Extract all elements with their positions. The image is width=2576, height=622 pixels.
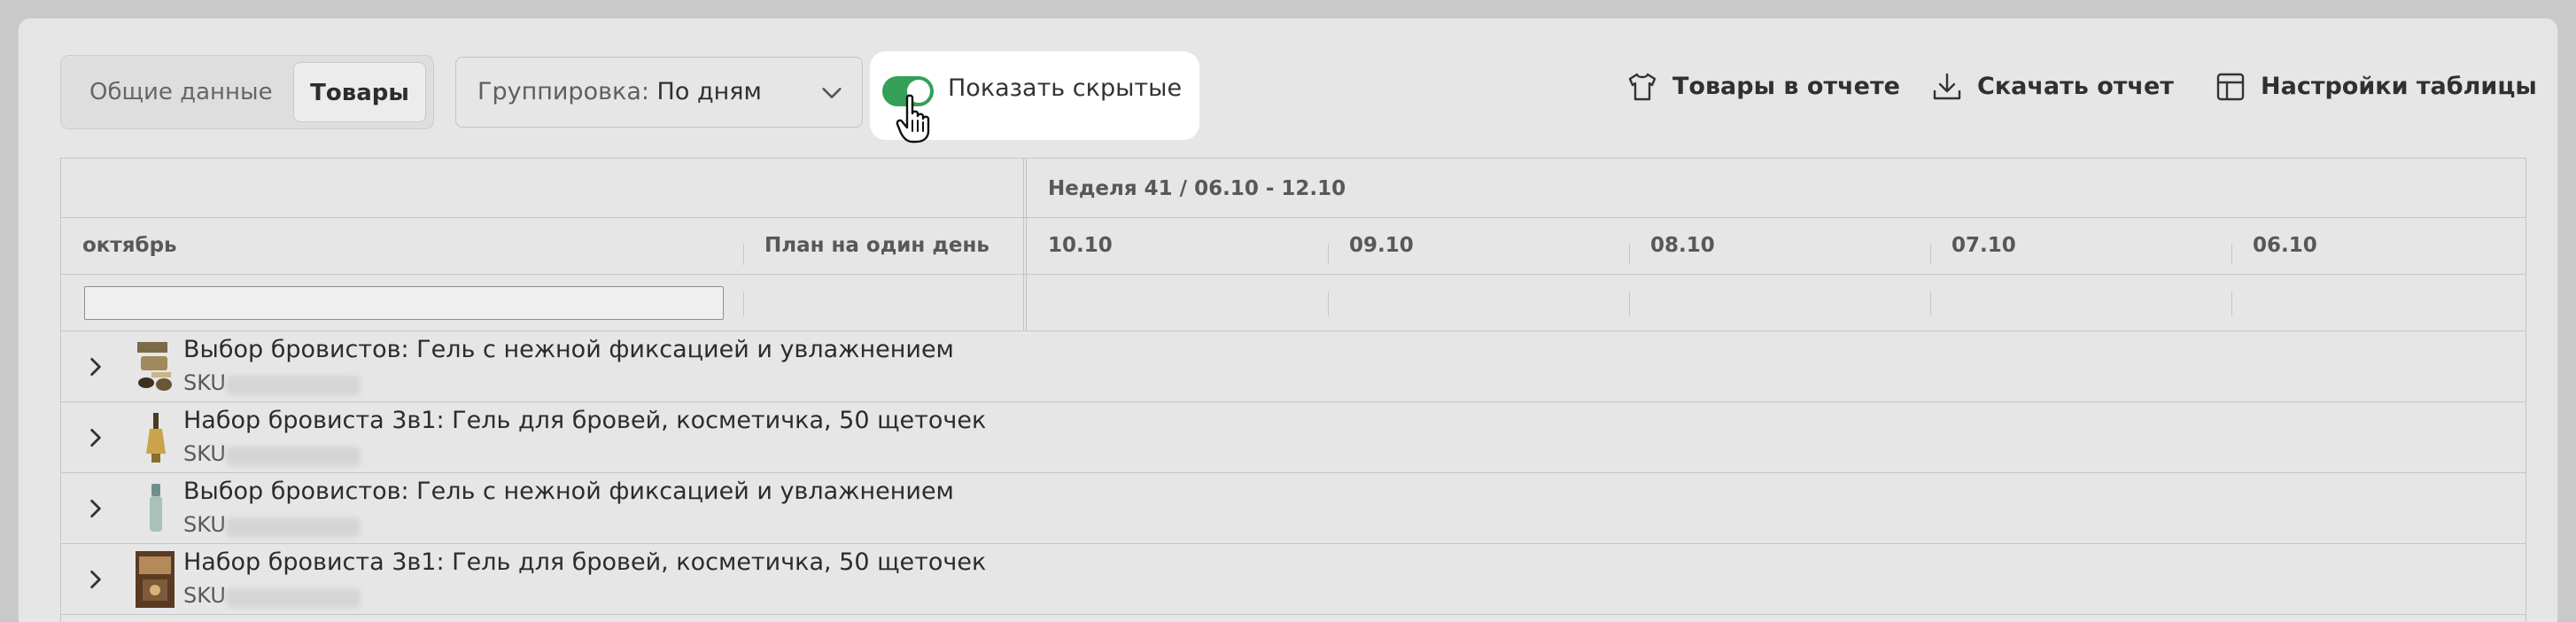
week-header: Неделя 41 / 06.10 - 12.10 <box>1048 177 1346 200</box>
column-divider <box>1328 292 1329 316</box>
frozen-column-separator <box>1023 159 1027 330</box>
column-divider <box>1328 244 1329 265</box>
grouping-select-text: Группировка: По дням <box>477 58 762 127</box>
grouping-value: По дням <box>656 78 762 105</box>
header-divider <box>61 274 2526 275</box>
plan-column-header[interactable]: План на один день <box>764 234 989 257</box>
header-divider <box>61 217 2526 218</box>
grouping-select[interactable]: Группировка: По дням <box>455 57 863 128</box>
download-icon <box>1933 73 1961 100</box>
report-table: Неделя 41 / 06.10 - 12.10 октябрь План н… <box>60 158 2526 622</box>
column-divider <box>1930 292 1931 316</box>
date-column-header[interactable]: 06.10 <box>2253 234 2317 257</box>
product-sku-label: SKU <box>183 583 226 608</box>
hand-pointer-cursor-icon <box>896 94 930 144</box>
table-row[interactable]: Набор бровиста 3в1: Гель для бровей, кос… <box>61 544 2526 615</box>
column-divider <box>1930 244 1931 265</box>
table-settings-button[interactable]: Настройки таблицы <box>2215 69 2537 105</box>
chevron-right-icon[interactable] <box>84 355 107 378</box>
column-divider <box>2231 244 2232 265</box>
product-name: Набор бровиста 3в1: Гель для бровей, кос… <box>183 407 987 434</box>
download-report-button[interactable]: Скачать отчет <box>1931 69 2174 105</box>
product-sku-label: SKU <box>183 370 226 395</box>
chevron-down-icon <box>822 88 842 98</box>
sku-value-redacted <box>226 447 361 466</box>
table-row[interactable]: Набор бровиста 3в1: Гель для бровей, кос… <box>61 402 2526 473</box>
tab-products[interactable]: Товары <box>293 62 426 122</box>
sku-value-redacted <box>226 588 361 608</box>
date-column-header[interactable]: 09.10 <box>1349 234 1414 257</box>
table-row[interactable]: Выбор бровистов: Гель с нежной фиксацией… <box>61 331 2526 402</box>
column-divider <box>743 244 744 265</box>
chevron-right-icon[interactable] <box>84 426 107 449</box>
column-divider <box>743 292 744 316</box>
product-name: Выбор бровистов: Гель с нежной фиксацией… <box>183 478 954 505</box>
product-thumbnail <box>137 342 172 391</box>
sku-value-redacted <box>226 517 361 537</box>
chevron-right-icon[interactable] <box>84 568 107 591</box>
products-in-report-label: Товары в отчете <box>1672 73 1900 100</box>
date-column-header[interactable]: 07.10 <box>1951 234 2016 257</box>
tab-general-data[interactable]: Общие данные <box>89 62 273 122</box>
date-column-header[interactable]: 08.10 <box>1650 234 1715 257</box>
month-column-header[interactable]: октябрь <box>82 234 177 257</box>
table-icon <box>2216 73 2245 101</box>
product-sku-label: SKU <box>183 512 226 537</box>
view-tabs: Общие данные Товары <box>60 55 434 129</box>
date-column-header[interactable]: 10.10 <box>1048 234 1113 257</box>
product-name: Выбор бровистов: Гель с нежной фиксацией… <box>183 336 954 363</box>
product-name: Набор бровиста 3в1: Гель для бровей, кос… <box>183 548 987 576</box>
product-thumbnail <box>150 484 162 532</box>
show-hidden-toggle-container: Показать скрытые <box>870 51 1199 144</box>
chevron-right-icon[interactable] <box>84 497 107 520</box>
product-filter-input[interactable] <box>84 286 724 320</box>
table-row[interactable]: Выбор бровистов: Гель с нежной фиксацией… <box>61 473 2526 544</box>
column-divider <box>2231 292 2232 316</box>
product-thumbnail <box>146 413 166 463</box>
product-sku-label: SKU <box>183 441 226 466</box>
show-hidden-label[interactable]: Показать скрытые <box>948 74 1182 102</box>
column-divider <box>1629 292 1630 316</box>
sku-value-redacted <box>226 376 361 395</box>
column-divider <box>1629 244 1630 265</box>
download-report-label: Скачать отчет <box>1977 73 2174 100</box>
tshirt-icon <box>1628 73 1657 101</box>
product-thumbnail <box>136 551 175 608</box>
table-settings-label: Настройки таблицы <box>2261 73 2537 100</box>
grouping-prefix: Группировка: <box>477 78 657 105</box>
products-in-report-button[interactable]: Товары в отчете <box>1626 69 1900 105</box>
